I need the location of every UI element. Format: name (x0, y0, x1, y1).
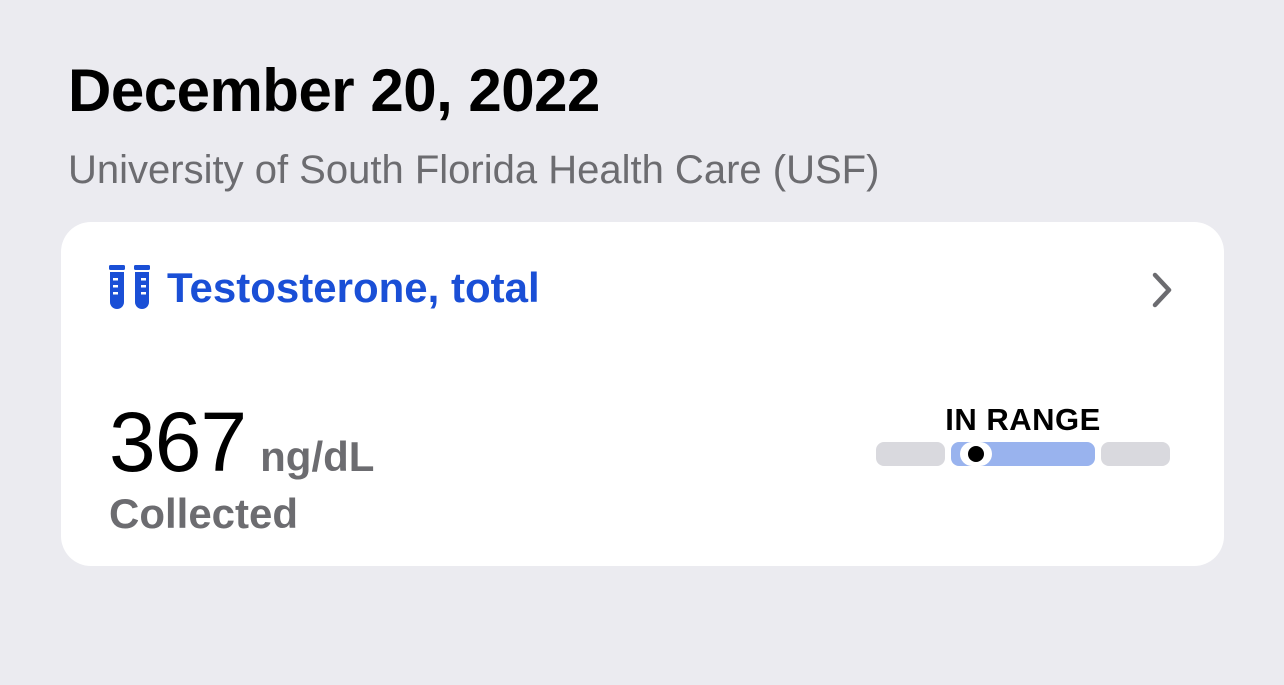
chevron-right-icon[interactable] (1147, 270, 1177, 310)
range-indicator-bar (876, 442, 1170, 466)
range-segment-high (1101, 442, 1170, 466)
range-segment-low (876, 442, 945, 466)
lab-result-card[interactable]: Testosterone, total 367 ng/dL Collected … (61, 222, 1224, 566)
result-unit: ng/dL (260, 433, 375, 480)
provider-name: University of South Florida Health Care … (68, 148, 880, 192)
range-marker-dot (967, 446, 984, 462)
result-value: 367 (109, 395, 247, 489)
lab-result-header[interactable]: Testosterone, total (107, 262, 540, 314)
test-tubes-icon (107, 264, 153, 312)
collection-status: Collected (109, 490, 299, 537)
result-value-row: 367 ng/dL (109, 394, 374, 491)
range-status-label: IN RANGE (945, 402, 1101, 437)
page-title: December 20, 2022 (68, 57, 600, 124)
health-record-page: December 20, 2022 University of South Fl… (0, 0, 1284, 685)
test-name[interactable]: Testosterone, total (167, 264, 540, 312)
